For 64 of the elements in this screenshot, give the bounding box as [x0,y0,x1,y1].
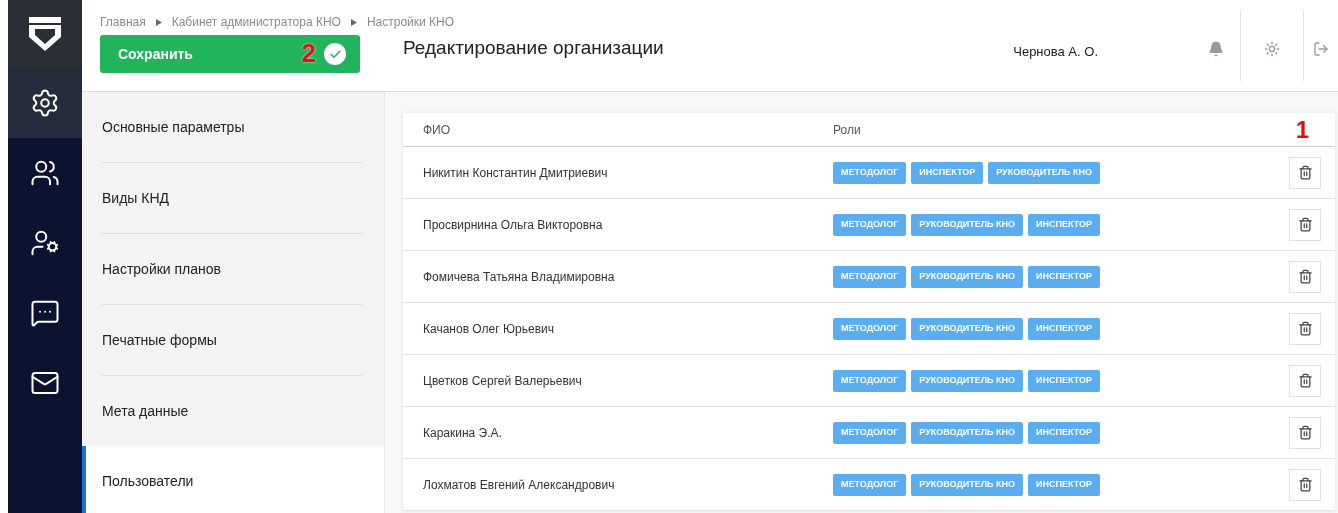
role-tag: МЕТОДОЛОГ [833,317,907,340]
role-tag: МЕТОДОЛОГ [833,421,907,444]
table-cell-text: Никитин Константин Дмитриевич [422,164,609,182]
shield-logo-icon [27,15,63,53]
role-tag: ИНСПЕКТОР [1028,369,1100,392]
table-cell-text: Просвирнина Ольга Викторовна [422,216,604,234]
delete-button[interactable] [1289,416,1321,449]
delete-button[interactable] [1289,468,1321,501]
role-tag: ИНСПЕКТОР [1028,473,1100,496]
role-tag: РУКОВОДИТЕЛЬ КНО [911,421,1024,444]
role-tag: ИНСПЕКТОР [1028,421,1100,444]
column-header: Роли [833,121,861,139]
table-cell-text: Каракина Э.А. [422,424,503,442]
table-cell-text: Качанов Олег Юрьевич [422,320,555,338]
delete-button[interactable] [1289,312,1321,345]
delete-button[interactable] [1289,156,1321,189]
role-tag: МЕТОДОЛОГ [833,213,907,236]
role-tag: ИНСПЕКТОР [911,161,984,184]
role-tag: ИНСПЕКТОР [1028,265,1100,288]
role-tag: МЕТОДОЛОГ [833,369,907,392]
annotation-number: 1 [1295,117,1309,143]
annotation-number: 2 [301,39,316,67]
trash-icon [1297,269,1313,284]
user-gear-icon [30,228,60,258]
role-tag: МЕТОДОЛОГ [833,161,907,184]
breadcrumb-link[interactable]: Кабинет администратора КНО [171,13,341,31]
role-tag: МЕТОДОЛОГ [833,473,907,496]
delete-button[interactable] [1289,260,1321,293]
trash-icon [1297,321,1313,336]
nav-item[interactable]: Пользователи [82,446,384,513]
breadcrumb-arrow-icon [350,18,357,26]
user-name[interactable]: Чернова А. О. [1013,41,1098,62]
table-cell-text: Лохматов Евгений Александрович [422,476,616,494]
page-title: Редактирование организации [403,36,664,60]
role-tag: РУКОВОДИТЕЛЬ КНО [911,265,1024,288]
breadcrumb-arrow-icon [155,18,162,26]
breadcrumb-link[interactable]: Главная [100,13,146,31]
breadcrumb-link[interactable]: Настройки КНО [366,13,455,31]
chat-icon [30,298,60,328]
role-tag: МЕТОДОЛОГ [833,265,907,288]
role-tag: ИНСПЕКТОР [1028,213,1100,236]
rail-item[interactable] [8,68,82,138]
gear-icon [30,88,60,118]
logout-icon[interactable] [1313,40,1329,57]
bell-icon[interactable] [1208,40,1224,57]
settings-icon[interactable] [1264,40,1280,57]
trash-icon [1297,165,1313,180]
trash-icon [1297,217,1313,232]
role-tag: РУКОВОДИТЕЛЬ КНО [911,369,1024,392]
delete-button[interactable] [1289,364,1321,397]
trash-icon [1297,477,1313,492]
table-cell-text: Цветков Сергей Валерьевич [422,372,583,390]
role-tag: ИНСПЕКТОР [1028,317,1100,340]
role-tag: РУКОВОДИТЕЛЬ КНО [911,317,1024,340]
role-tag: РУКОВОДИТЕЛЬ КНО [988,161,1100,184]
table-cell-text: Фомичева Татьяна Владимировна [422,268,616,286]
trash-icon [1297,425,1313,440]
delete-button[interactable] [1289,208,1321,241]
column-header: ФИО [422,121,452,139]
role-tag: РУКОВОДИТЕЛЬ КНО [911,213,1024,236]
check-icon [324,43,346,65]
role-tag: РУКОВОДИТЕЛЬ КНО [911,473,1024,496]
users-icon [30,158,60,188]
trash-icon [1297,373,1313,388]
